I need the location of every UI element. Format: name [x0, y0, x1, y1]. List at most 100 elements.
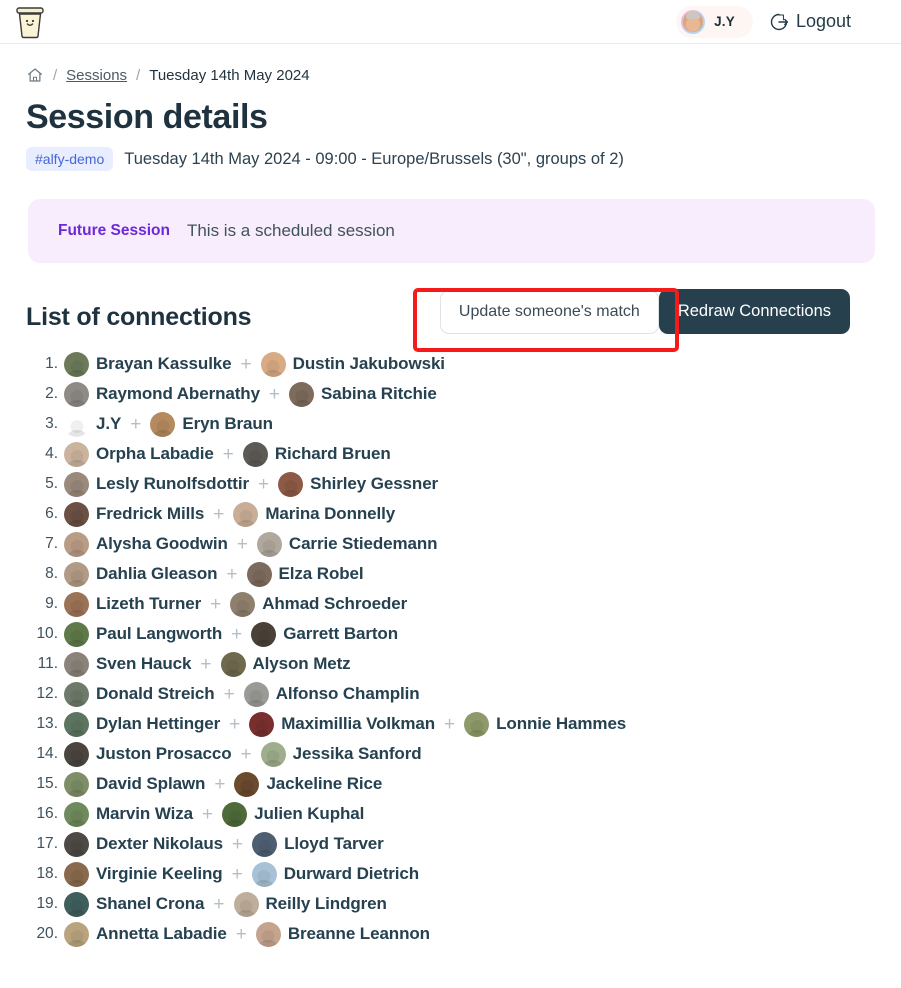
person-name: Alyson Metz: [252, 654, 351, 673]
plus-icon: +: [231, 863, 243, 885]
future-session-banner: Future Session This is a scheduled sessi…: [28, 199, 875, 263]
connection-row: Alysha Goodwin + Carrie Stiedemann: [26, 529, 875, 559]
avatar: [64, 471, 89, 497]
connection-row: Paul Langworth + Garrett Barton: [26, 619, 875, 649]
person-name: David Splawn: [96, 774, 206, 793]
avatar: [64, 651, 89, 677]
connection-person[interactable]: Alfonso Champlin: [243, 681, 420, 707]
avatar: [64, 831, 89, 857]
avatar: [220, 651, 246, 677]
breadcrumb-item-sessions[interactable]: Sessions: [66, 67, 127, 84]
logout-icon: [770, 13, 788, 30]
connection-person[interactable]: Carrie Stiedemann: [256, 531, 438, 557]
connection-person[interactable]: Richard Bruen: [242, 441, 391, 467]
connection-person[interactable]: Dahlia Gleason: [64, 561, 218, 587]
connection-person[interactable]: Dylan Hettinger: [64, 711, 221, 737]
connection-person[interactable]: Orpha Labadie: [64, 441, 214, 467]
person-name: Marvin Wiza: [96, 804, 193, 823]
person-name: Jessika Sanford: [292, 744, 422, 763]
avatar: [64, 561, 89, 587]
connection-person[interactable]: Donald Streich: [64, 681, 215, 707]
breadcrumb-item-current: Tuesday 14th May 2024: [149, 66, 310, 84]
connection-person[interactable]: Virginie Keeling: [64, 861, 223, 887]
connection-row: Dylan Hettinger + Maximillia Volkman + Lonni…: [26, 709, 875, 739]
connection-person[interactable]: Lesly Runolfsdottir: [64, 471, 249, 497]
person-name: Carrie Stiedemann: [288, 534, 438, 553]
connection-person[interactable]: Lizeth Turner: [64, 591, 201, 617]
connection-person[interactable]: Juston Prosacco: [64, 741, 232, 767]
user-chip[interactable]: J.Y: [676, 5, 753, 38]
plus-icon: +: [213, 503, 225, 525]
avatar: [230, 591, 256, 617]
connection-person[interactable]: David Splawn: [64, 771, 206, 797]
person-name: Reilly Lindgren: [265, 894, 387, 913]
plus-icon: +: [258, 473, 270, 495]
connection-person[interactable]: Eryn Braun: [150, 411, 273, 437]
connection-person[interactable]: Durward Dietrich: [251, 861, 419, 887]
connection-person[interactable]: Brayan Kassulke: [64, 351, 232, 377]
redraw-connections-button[interactable]: Redraw Connections: [658, 289, 850, 334]
connection-person[interactable]: Garrett Barton: [251, 621, 398, 647]
person-name: Lesly Runolfsdottir: [96, 474, 249, 493]
connection-person[interactable]: Reilly Lindgren: [233, 891, 387, 917]
connection-row: Donald Streich + Alfonso Champlin: [26, 679, 875, 709]
connection-person[interactable]: Elza Robel: [246, 561, 364, 587]
page-title: Session details: [26, 98, 268, 136]
connection-person[interactable]: Alyson Metz: [220, 651, 351, 677]
plus-icon: +: [202, 803, 214, 825]
coffee-cup-logo[interactable]: [14, 5, 46, 39]
connection-row: Shanel Crona + Reilly Lindgren: [26, 889, 875, 919]
connection-person[interactable]: Alysha Goodwin: [64, 531, 228, 557]
avatar: [64, 441, 89, 467]
connection-person[interactable]: Julien Kuphal: [222, 801, 364, 827]
connection-person[interactable]: Marina Donnelly: [233, 501, 396, 527]
connection-person[interactable]: J.Y: [64, 412, 121, 437]
connections-actions: Update someone's match Redraw Connection…: [439, 289, 850, 334]
connection-person[interactable]: Maximillia Volkman: [249, 711, 436, 737]
avatar: [243, 681, 269, 707]
banner-title: Future Session: [58, 222, 170, 239]
connections-list: Brayan Kassulke + Dustin Jakubowski Raymond…: [26, 349, 875, 949]
person-name: Sabina Ritchie: [321, 384, 437, 403]
person-name: Dylan Hettinger: [96, 714, 221, 733]
connection-person[interactable]: Lonnie Hammes: [464, 711, 626, 737]
person-name: Maximillia Volkman: [281, 714, 436, 733]
logout-label: Logout: [795, 11, 851, 31]
connection-row: Marvin Wiza + Julien Kuphal: [26, 799, 875, 829]
connection-person[interactable]: Sven Hauck: [64, 651, 191, 677]
connection-person[interactable]: Raymond Abernathy: [64, 381, 260, 407]
connection-person[interactable]: Dustin Jakubowski: [260, 351, 445, 377]
plus-icon: +: [231, 623, 243, 645]
update-match-button[interactable]: Update someone's match: [439, 289, 659, 334]
connection-person[interactable]: Sabina Ritchie: [289, 381, 437, 407]
plus-icon: +: [130, 413, 142, 435]
connection-row: Virginie Keeling + Durward Dietrich: [26, 859, 875, 889]
home-icon[interactable]: [26, 66, 44, 84]
coffee-cup-logo-svg: [16, 6, 44, 38]
person-name: Marina Donnelly: [265, 504, 396, 523]
connection-row: Dexter Nikolaus + Lloyd Tarver: [26, 829, 875, 859]
connection-person[interactable]: Dexter Nikolaus: [64, 831, 223, 857]
logout-button[interactable]: Logout: [769, 11, 851, 32]
connection-person[interactable]: Ahmad Schroeder: [230, 591, 407, 617]
connection-person[interactable]: Breanne Leannon: [255, 921, 430, 947]
person-name: Dustin Jakubowski: [292, 354, 445, 373]
connection-person[interactable]: Fredrick Mills: [64, 501, 205, 527]
connection-person[interactable]: Paul Langworth: [64, 621, 222, 647]
connection-person[interactable]: Lloyd Tarver: [252, 831, 384, 857]
person-name: Orpha Labadie: [96, 444, 214, 463]
avatar: [150, 411, 176, 437]
plus-icon: +: [210, 593, 222, 615]
connection-person[interactable]: Shanel Crona: [64, 891, 204, 917]
avatar: [64, 381, 89, 407]
connection-person[interactable]: Marvin Wiza: [64, 801, 193, 827]
connection-person[interactable]: Annetta Labadie: [64, 921, 227, 947]
avatar: [233, 501, 259, 527]
connection-person[interactable]: Jessika Sanford: [260, 741, 422, 767]
plus-icon: +: [232, 833, 244, 855]
plus-icon: +: [200, 653, 212, 675]
connection-person[interactable]: Shirley Gessner: [278, 471, 438, 497]
connection-person[interactable]: Jackeline Rice: [234, 771, 382, 797]
plus-icon: +: [213, 893, 225, 915]
person-name: Fredrick Mills: [96, 504, 205, 523]
